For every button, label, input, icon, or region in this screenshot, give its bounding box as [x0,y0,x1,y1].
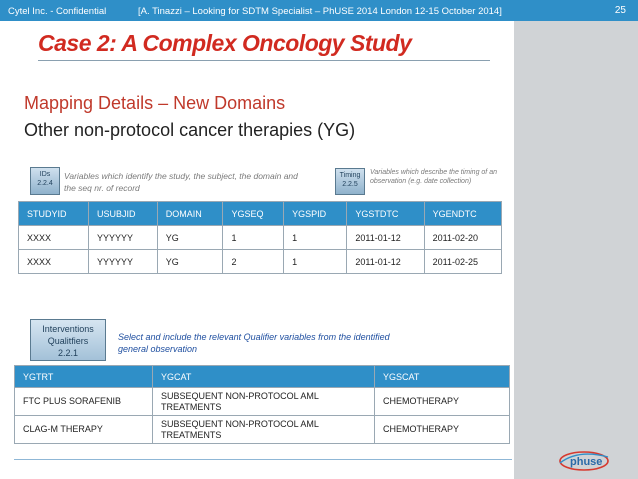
table-cell: 2011-02-25 [423,249,503,274]
ids-timing-table: STUDYID USUBJID DOMAIN YGSEQ YGSPID YGST… [17,201,503,274]
right-sidebar [514,21,638,479]
table-cell: 1 [222,225,285,250]
table-cell: 2 [222,249,285,274]
qualifier-table: YGTRT YGCAT YGSCAT FTC PLUS SORAFENIB SU… [14,365,510,444]
table-row: XXXX YYYYYY YG 2 1 2011-01-12 2011-02-25 [17,249,503,274]
table-cell: 1 [283,249,348,274]
interventions-badge-sublabel: Qualitfiers [47,336,89,346]
footer-divider [14,459,512,460]
column-header: YGCAT [152,365,375,388]
interventions-badge-label: Interventions [42,324,94,334]
table-cell: XXXX [17,225,90,250]
table-cell: YG [156,249,224,274]
table-cell: SUBSEQUENT NON-PROTOCOL AML TREATMENTS [152,415,375,444]
column-header: YGTRT [14,365,153,388]
qualifier-note: Select and include the relevant Qualifie… [118,332,390,354]
interventions-badge: Interventions Qualitfiers 2.2.1 [30,319,106,361]
column-header: YGSTDTC [346,201,425,226]
table-cell: CHEMOTHERAPY [374,387,510,416]
section-heading: Mapping Details – New Domains [24,93,286,113]
column-header: YGSEQ [222,201,285,226]
timing-badge: Timing 2.2.5 [335,168,365,195]
ids-note: Variables which identify the study, the … [64,171,298,193]
table-cell: 1 [283,225,348,250]
slide-title: Case 2: A Complex Oncology Study [38,30,412,56]
table-cell: SUBSEQUENT NON-PROTOCOL AML TREATMENTS [152,387,375,416]
column-header: YGSPID [283,201,348,226]
column-header: DOMAIN [156,201,224,226]
ids-badge-label: IDs [39,171,51,178]
logo-text: phuse [570,456,602,468]
table-cell: YYYYYY [88,225,158,250]
phuse-logo: phuse [559,451,609,471]
column-header: YGSCAT [374,365,510,388]
table-header-row: STUDYID USUBJID DOMAIN YGSEQ YGSPID YGST… [17,201,503,226]
table-cell: CLAG-M THERAPY [14,415,153,444]
table-cell: 2011-02-20 [423,225,503,250]
column-header: STUDYID [17,201,90,226]
table-cell: YG [156,225,224,250]
title-divider [38,60,490,61]
timing-badge-label: Timing [339,172,361,179]
table-cell: XXXX [17,249,90,274]
table-cell: 2011-01-12 [346,249,425,274]
slide-number: 25 [614,5,626,16]
confidential-label: Cytel Inc. - Confidential [8,6,107,17]
ids-badge: IDs 2.2.4 [30,167,60,195]
table-row: FTC PLUS SORAFENIB SUBSEQUENT NON-PROTOC… [14,387,510,416]
table-header-row: YGTRT YGCAT YGSCAT [14,365,510,388]
table-cell: CHEMOTHERAPY [374,415,510,444]
timing-note: Variables which describe the timing of a… [370,169,497,185]
table-row: CLAG-M THERAPY SUBSEQUENT NON-PROTOCOL A… [14,415,510,444]
interventions-badge-section: 2.2.1 [57,348,79,358]
header-bar: Cytel Inc. - Confidential [A. Tinazzi – … [0,0,638,21]
table-cell: FTC PLUS SORAFENIB [14,387,153,416]
table-cell: YYYYYY [88,249,158,274]
ids-badge-section: 2.2.4 [37,180,53,187]
table-cell: 2011-01-12 [346,225,425,250]
table-row: XXXX YYYYYY YG 1 1 2011-01-12 2011-02-20 [17,225,503,250]
presentation-reference: [A. Tinazzi – Looking for SDTM Specialis… [138,6,502,17]
domain-heading: Other non-protocol cancer therapies (YG) [24,120,356,140]
timing-badge-section: 2.2.5 [342,181,358,188]
column-header: YGENDTC [423,201,503,226]
column-header: USUBJID [88,201,158,226]
